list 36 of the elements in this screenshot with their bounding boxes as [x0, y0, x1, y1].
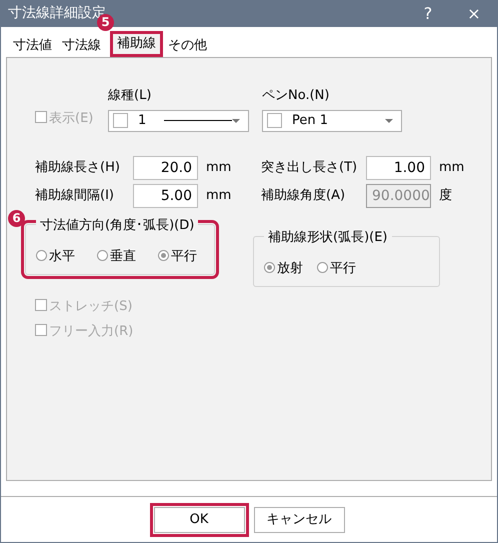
radio-option[interactable]: 平行 — [317, 258, 356, 278]
line-type-combo[interactable]: 1 — [108, 110, 249, 132]
callout-badge: 6 — [8, 210, 25, 226]
number-field[interactable]: 20.0 — [133, 156, 198, 180]
tab[interactable]: その他 — [163, 35, 212, 57]
swatch-icon — [113, 113, 128, 128]
unit-label: mm — [206, 186, 232, 205]
field-label: 突き出し長さ(T) — [261, 158, 358, 177]
unit-label: 度 — [439, 186, 452, 205]
unit-label: mm — [206, 158, 232, 177]
number-field[interactable]: 5.00 — [133, 184, 198, 208]
dropdown-caret-icon — [232, 118, 240, 122]
tab[interactable]: 寸法線 — [57, 35, 106, 57]
combo-value: Pen 1 — [292, 112, 328, 130]
radio-option[interactable]: 水平 — [36, 246, 75, 266]
dialog-button[interactable]: キャンセル — [254, 507, 344, 533]
line-sample-icon — [164, 120, 232, 121]
close-button[interactable]: × — [451, 2, 497, 26]
radio-option[interactable]: 平行 — [158, 246, 197, 266]
number-field: 90.0000 — [366, 184, 431, 208]
swatch-icon — [267, 113, 282, 128]
tab[interactable]: 寸法値 — [8, 35, 57, 57]
combo-value: 1 — [138, 112, 146, 130]
unit-label: mm — [439, 158, 464, 177]
field-label: 補助線長さ(H) — [35, 158, 121, 177]
tab[interactable]: 補助線 — [110, 31, 163, 57]
dropdown-caret-icon — [385, 118, 393, 122]
field-label: 補助線角度(A) — [261, 186, 346, 205]
field-label: ペンNo.(N) — [262, 87, 330, 105]
help-button[interactable]: ? — [405, 2, 451, 26]
pen-combo[interactable]: Pen 1 — [262, 110, 402, 132]
number-field[interactable]: 1.00 — [366, 156, 431, 180]
radio-option[interactable]: 放射 — [264, 258, 303, 278]
field-label: 線種(L) — [108, 87, 152, 105]
field-label: 補助線間隔(I) — [35, 186, 115, 205]
radio-option[interactable]: 垂直 — [97, 246, 136, 266]
